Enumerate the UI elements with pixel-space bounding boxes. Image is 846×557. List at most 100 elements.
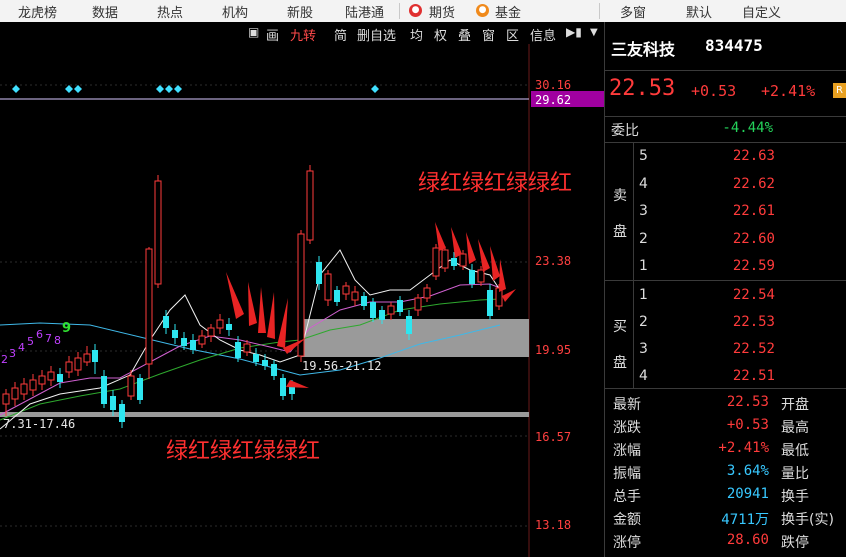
divider bbox=[605, 142, 846, 143]
stat-label: 涨幅 bbox=[613, 443, 641, 459]
arrow-icon bbox=[277, 298, 288, 348]
range-label: 7.31-17.46 bbox=[3, 417, 76, 431]
toolbar-window[interactable]: 窗 bbox=[482, 25, 495, 44]
nav-institution[interactable]: 机构 bbox=[222, 2, 248, 21]
bid-level: 4 bbox=[639, 368, 648, 384]
candle-down bbox=[235, 342, 241, 358]
arrow-icon bbox=[226, 272, 244, 319]
nav-hk-connect[interactable]: 陆港通 bbox=[345, 2, 384, 21]
y-tick-label: 13.18 bbox=[535, 518, 572, 532]
candle-down bbox=[469, 270, 475, 284]
play-icon[interactable]: ▶▮ bbox=[566, 25, 582, 39]
chevron-down-icon[interactable]: ▼ bbox=[590, 27, 598, 38]
divider bbox=[605, 70, 846, 71]
toolbar-overlay[interactable]: 叠 bbox=[458, 25, 471, 44]
candle-down bbox=[262, 360, 268, 366]
fund-icon: ● bbox=[476, 4, 489, 17]
candle-up bbox=[20, 383, 28, 395]
candle-up bbox=[432, 247, 440, 277]
td-count-label: 8 bbox=[54, 334, 61, 347]
nav-hotspot[interactable]: 热点 bbox=[157, 2, 183, 21]
annotation-arrows-left bbox=[226, 272, 309, 388]
toolbar-remove-watch[interactable]: 删自选 bbox=[357, 25, 396, 44]
price-change: +0.53 bbox=[691, 82, 737, 100]
toolbar-draw[interactable]: 画 bbox=[266, 25, 279, 44]
arrow-icon bbox=[466, 232, 476, 264]
candle-down bbox=[181, 338, 187, 346]
signal-diamonds bbox=[12, 85, 379, 93]
sell-label: 卖 bbox=[613, 188, 627, 204]
buy-label: 买 bbox=[613, 319, 627, 335]
candle-down bbox=[379, 310, 385, 320]
nav-divider bbox=[599, 3, 600, 19]
divider bbox=[605, 280, 846, 281]
stat-label-right: 最高 bbox=[781, 420, 809, 436]
y-tick-label: 23.38 bbox=[535, 254, 572, 268]
toolbar-ma[interactable]: 均 bbox=[410, 25, 423, 44]
ask-price: 22.59 bbox=[732, 258, 775, 274]
bid-price: 22.53 bbox=[732, 314, 775, 330]
arrow-icon bbox=[490, 246, 500, 281]
td-count-label: 4 bbox=[18, 341, 25, 354]
nav-custom[interactable]: 自定义 bbox=[742, 2, 781, 21]
chart-toolbar: ▣ 画 九转 简 删自选 均 权 叠 窗 区 信息 ▶▮ ▼ bbox=[0, 22, 604, 44]
candle-up bbox=[207, 327, 215, 337]
kline-chart-area[interactable]: ▣ 画 九转 简 删自选 均 权 叠 窗 区 信息 ▶▮ ▼ 30.16 29.… bbox=[0, 22, 604, 557]
support-zone-lower bbox=[0, 412, 529, 417]
arrow-icon bbox=[435, 222, 446, 251]
td-count-label: 7 bbox=[45, 332, 52, 345]
stat-label: 最新 bbox=[613, 397, 641, 413]
rating-badge[interactable]: R bbox=[833, 83, 846, 98]
stat-value: 22.53 bbox=[726, 394, 769, 410]
stat-value: 20941 bbox=[726, 486, 769, 502]
buy-label: 盘 bbox=[613, 355, 627, 371]
toolbar-adjust[interactable]: 权 bbox=[434, 25, 447, 44]
candle-up bbox=[47, 371, 55, 381]
candle-up bbox=[2, 393, 10, 405]
toolbar-jiuzhuan[interactable]: 九转 bbox=[290, 25, 316, 44]
candle-up bbox=[38, 375, 46, 385]
arrow-icon bbox=[258, 287, 266, 333]
weibi-value: -4.44% bbox=[722, 120, 773, 136]
nav-multiwindow[interactable]: 多窗 bbox=[620, 2, 646, 21]
stat-value: 3.64% bbox=[726, 463, 769, 479]
price-change-pct: +2.41% bbox=[761, 82, 816, 100]
arrow-icon bbox=[267, 292, 275, 339]
stat-label: 振幅 bbox=[613, 466, 641, 482]
highlight-price-label: 29.62 bbox=[535, 93, 572, 107]
toolbar-info[interactable]: 信息 bbox=[530, 25, 556, 44]
nav-data[interactable]: 数据 bbox=[92, 2, 118, 21]
candles bbox=[2, 165, 503, 428]
stat-value: 28.60 bbox=[726, 532, 769, 548]
nav-default[interactable]: 默认 bbox=[686, 2, 712, 21]
candle-down bbox=[172, 330, 178, 338]
sell-label: 盘 bbox=[613, 224, 627, 240]
stat-label-right: 换手(实) bbox=[781, 512, 834, 528]
nav-fund[interactable]: 基金 bbox=[495, 2, 521, 21]
stock-code: 834475 bbox=[705, 36, 763, 55]
annotation-text: 绿红绿红绿绿红 bbox=[418, 171, 573, 196]
candle-up bbox=[441, 249, 449, 269]
support-zone bbox=[301, 319, 529, 357]
toolbar-range[interactable]: 区 bbox=[506, 25, 519, 44]
candle-up bbox=[198, 335, 206, 345]
divider bbox=[633, 280, 634, 388]
toolbar-simple[interactable]: 简 bbox=[334, 25, 347, 44]
arrow-icon bbox=[478, 239, 490, 272]
td-count-label: 9 bbox=[62, 321, 72, 336]
stat-label: 涨停 bbox=[613, 535, 641, 551]
nav-futures[interactable]: 期货 bbox=[429, 2, 455, 21]
divider bbox=[633, 142, 634, 280]
stat-label: 涨跌 bbox=[613, 420, 641, 436]
stat-value: +2.41% bbox=[718, 440, 769, 456]
candle-up bbox=[154, 180, 162, 285]
stat-value: 4711万 bbox=[721, 512, 769, 528]
draw-icon[interactable]: ▣ bbox=[248, 25, 259, 39]
nav-longhubang[interactable]: 龙虎榜 bbox=[18, 2, 57, 21]
candle-down bbox=[271, 364, 277, 376]
bid-level: 3 bbox=[639, 341, 648, 357]
candle-down bbox=[280, 378, 286, 396]
stat-value: +0.53 bbox=[726, 417, 769, 433]
bid-price: 22.54 bbox=[732, 287, 775, 303]
nav-ipo[interactable]: 新股 bbox=[287, 2, 313, 21]
